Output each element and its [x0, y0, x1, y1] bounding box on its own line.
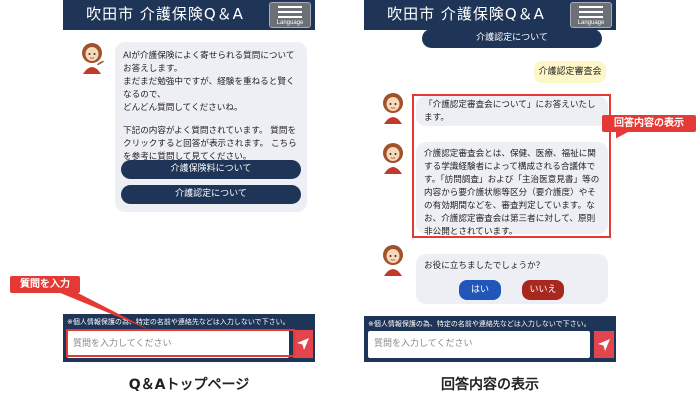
hamburger-menu-icon [579, 6, 603, 21]
faq-button-premium[interactable]: 介護保険料について [121, 160, 301, 179]
no-button[interactable]: いいえ [522, 280, 564, 300]
language-button[interactable]: Language [269, 2, 311, 28]
app-header: 吹田市 介護保険Q＆A Language [364, 0, 616, 30]
caption-answer: 回答内容の表示 [441, 377, 539, 393]
app-title: 吹田市 介護保険Q＆A [387, 5, 545, 23]
feedback-bubble: お役に立ちましたでしょうか？ [416, 254, 608, 304]
answer-highlight-frame [412, 94, 611, 238]
hint-text: 下記の内容がよく質問されています。 質問をクリックすると回答が表示されます。 こ… [123, 126, 297, 162]
assistant-avatar-icon [383, 143, 403, 174]
assistant-avatar-icon [82, 43, 104, 74]
input-callout: 質問を入力 [10, 276, 80, 293]
privacy-note: ※個人情報保護の為、特定の名前や連絡先などは入力しないで下さい。 [368, 320, 591, 328]
language-label: Language [276, 20, 304, 26]
send-icon [598, 339, 610, 351]
yes-button[interactable]: はい [459, 280, 501, 300]
intro-line: AIが介護保険によく寄せられる質問についてお答えします。 [123, 51, 295, 74]
feedback-question: お役に立ちましたでしょうか？ [424, 261, 545, 271]
faq-button-certification[interactable]: 介護認定について [422, 29, 602, 48]
send-button[interactable] [293, 330, 313, 358]
input-highlight-frame [66, 329, 295, 357]
privacy-note: ※個人情報保護の為、特定の名前や連絡先などは入力しないで下さい。 [67, 318, 290, 326]
assistant-avatar-icon [383, 245, 403, 276]
faq-button-certification[interactable]: 介護認定について [121, 185, 301, 204]
input-footer: ※個人情報保護の為、特定の名前や連絡先などは入力しないで下さい。 質問を入力して… [364, 316, 616, 362]
caption-top-page: Q＆Aトップページ [128, 377, 250, 393]
send-icon [297, 338, 309, 350]
app-title: 吹田市 介護保険Q＆A [86, 5, 244, 23]
intro-line: どんどん質問してくださいね。 [123, 103, 243, 113]
send-button[interactable] [594, 331, 614, 358]
question-input[interactable]: 質問を入力してください [368, 331, 590, 358]
hamburger-menu-icon [278, 6, 302, 21]
answer-callout: 回答内容の表示 [602, 115, 696, 132]
user-message: 介護認定審査会 [534, 61, 606, 83]
assistant-avatar-icon [383, 93, 403, 124]
qa-top-page-screen: 吹田市 介護保険Q＆A Language AIが介護保険によく寄せられる質問につ… [63, 0, 315, 362]
intro-line: まだまだ勉強中ですが、経験を重ねると賢くなるので、 [123, 77, 295, 100]
app-header: 吹田市 介護保険Q＆A Language [63, 0, 315, 30]
language-label: Language [577, 20, 605, 26]
language-button[interactable]: Language [570, 2, 612, 28]
